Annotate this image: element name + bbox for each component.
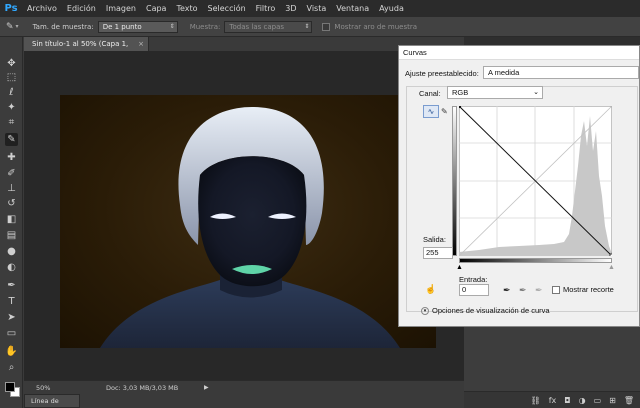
gray-eyedropper-icon[interactable]: ✒: [519, 284, 527, 296]
photoshop-logo: Ps: [4, 3, 18, 14]
fx-icon[interactable]: fx: [549, 396, 557, 405]
chevron-down-icon: ⇕: [304, 22, 310, 30]
pen-icon[interactable]: ✒: [5, 279, 18, 292]
input-field[interactable]: 0: [459, 284, 489, 296]
path-select-icon[interactable]: ➤: [5, 311, 18, 324]
chevron-down-icon: ⌄: [533, 89, 539, 96]
menu-archivo[interactable]: Archivo: [22, 0, 62, 17]
sample-value: Todas las capas: [229, 22, 285, 31]
input-label: Entrada:: [459, 275, 488, 284]
sample-select[interactable]: Todas las capas ⇕: [224, 20, 313, 33]
menu-seleccion[interactable]: Selección: [203, 0, 251, 17]
type-icon[interactable]: T: [5, 295, 18, 308]
display-options-toggle[interactable]: ▾ Opciones de visualización de curva: [421, 306, 550, 316]
hand-icon[interactable]: ✋: [5, 345, 18, 358]
eraser-icon[interactable]: ◧: [5, 213, 18, 226]
status-bar: 50% Doc: 3,03 MB/3,03 MB ▶: [24, 380, 464, 394]
quick-select-icon[interactable]: ✦: [5, 101, 18, 114]
folder-icon[interactable]: ▭: [594, 396, 602, 405]
channel-label: Canal:: [419, 89, 441, 98]
eyedropper-icon[interactable]: ✎: [5, 133, 18, 146]
sample-size-value: De 1 punto: [102, 22, 142, 31]
trash-icon[interactable]: 🗑: [624, 396, 634, 405]
chevron-down-icon: ⇕: [169, 22, 175, 30]
close-icon[interactable]: ×: [138, 37, 144, 51]
portrait-artwork: [100, 107, 400, 348]
brush-icon[interactable]: ✐: [5, 167, 18, 180]
stamp-icon[interactable]: ⊥: [5, 182, 18, 195]
shape-icon[interactable]: ▭: [5, 327, 18, 340]
on-image-adjust-icon[interactable]: ☝: [425, 284, 436, 295]
menu-imagen[interactable]: Imagen: [101, 0, 141, 17]
show-clipping-checkbox[interactable]: [552, 286, 560, 294]
preset-select[interactable]: A medida: [483, 66, 639, 79]
blur-icon[interactable]: ●: [5, 245, 18, 258]
gradient-icon[interactable]: ▤: [5, 229, 18, 242]
timeline-tab[interactable]: Línea de tiempo: [24, 394, 80, 408]
input-gradient-bar: [459, 258, 612, 263]
curve-point-tool-icon[interactable]: ∿: [423, 105, 439, 118]
menu-vista[interactable]: Vista: [302, 0, 332, 17]
status-menu-arrow-icon[interactable]: ▶: [204, 381, 209, 395]
history-brush-icon[interactable]: ↺: [5, 197, 18, 210]
menu-filtro[interactable]: Filtro: [251, 0, 281, 17]
layers-panel-footer: ⛓ fx ◘ ◑ ▭ ⊞ 🗑: [464, 391, 640, 408]
lasso-icon[interactable]: ℓ: [5, 86, 18, 99]
channel-value: RGB: [452, 88, 469, 97]
tools-panel: ✥ ⬚ ℓ ✦ ⌗ ✎ ✚ ✐ ⊥ ↺ ◧ ▤ ● ◐ ✒ T ➤ ▭ ✋ ⌕: [0, 37, 23, 408]
zoom-icon[interactable]: ⌕: [5, 361, 18, 374]
marquee-icon[interactable]: ⬚: [5, 71, 18, 84]
eyedropper-icon[interactable]: ✎: [6, 22, 14, 32]
menu-capa[interactable]: Capa: [141, 0, 171, 17]
curves-title: Curvas: [399, 46, 639, 60]
mask-icon[interactable]: ◘: [564, 396, 570, 405]
show-ring-checkbox[interactable]: [322, 22, 331, 31]
preset-label: Ajuste preestablecido:: [405, 69, 479, 78]
white-eyedropper-icon[interactable]: ✒: [535, 284, 543, 296]
black-eyedropper-icon[interactable]: ✒: [503, 284, 511, 296]
menu-3d[interactable]: 3D: [280, 0, 301, 17]
white-point-slider-icon[interactable]: ▲: [608, 264, 615, 271]
options-bar: ✎ ▾ Tam. de muestra: De 1 punto ⇕ Muestr…: [0, 17, 640, 37]
sample-size-select[interactable]: De 1 punto ⇕: [97, 20, 178, 33]
menu-ventana[interactable]: Ventana: [331, 0, 374, 17]
sample-label: Muestra:: [189, 22, 221, 31]
curves-graph[interactable]: [459, 106, 612, 256]
black-point-slider-icon[interactable]: ▲: [456, 264, 463, 271]
curves-dialog: Curvas Ajuste preestablecido: A medida C…: [398, 45, 640, 327]
adjustment-icon[interactable]: ◑: [579, 396, 586, 405]
inverted-portrait-image[interactable]: [60, 95, 436, 348]
menu-texto[interactable]: Texto: [171, 0, 202, 17]
document-info: Doc: 3,03 MB/3,03 MB: [106, 384, 179, 392]
crop-icon[interactable]: ⌗: [5, 116, 18, 129]
show-clipping-label: Mostrar recorte: [563, 285, 614, 294]
healing-icon[interactable]: ✚: [5, 151, 18, 164]
zoom-level[interactable]: 50%: [36, 381, 50, 395]
display-options-label: Opciones de visualización de curva: [432, 306, 550, 315]
document-tab[interactable]: Sin título-1 al 50% (Capa 1, RGB/8) * ×: [24, 37, 149, 62]
chevron-down-icon: ▾: [421, 307, 429, 316]
sample-size-label: Tam. de muestra:: [32, 22, 94, 31]
new-layer-icon[interactable]: ⊞: [609, 396, 616, 405]
menu-edicion[interactable]: Edición: [62, 0, 101, 17]
foreground-color-swatch[interactable]: [5, 382, 15, 392]
tool-preset-chevron-icon[interactable]: ▾: [16, 23, 19, 30]
output-gradient-bar: [452, 106, 457, 256]
menu-ayuda[interactable]: Ayuda: [374, 0, 409, 17]
output-field[interactable]: 255: [423, 247, 453, 259]
output-label: Salida:: [423, 235, 446, 244]
pencil-icon[interactable]: ✎: [441, 105, 451, 118]
dodge-icon[interactable]: ◐: [5, 261, 18, 274]
move-icon[interactable]: ✥: [5, 57, 18, 70]
show-ring-label: Mostrar aro de muestra: [334, 22, 418, 31]
menu-bar: Ps Archivo Edición Imagen Capa Texto Sel…: [0, 0, 640, 17]
link-icon[interactable]: ⛓: [531, 396, 541, 405]
channel-select[interactable]: RGB ⌄: [447, 86, 543, 99]
